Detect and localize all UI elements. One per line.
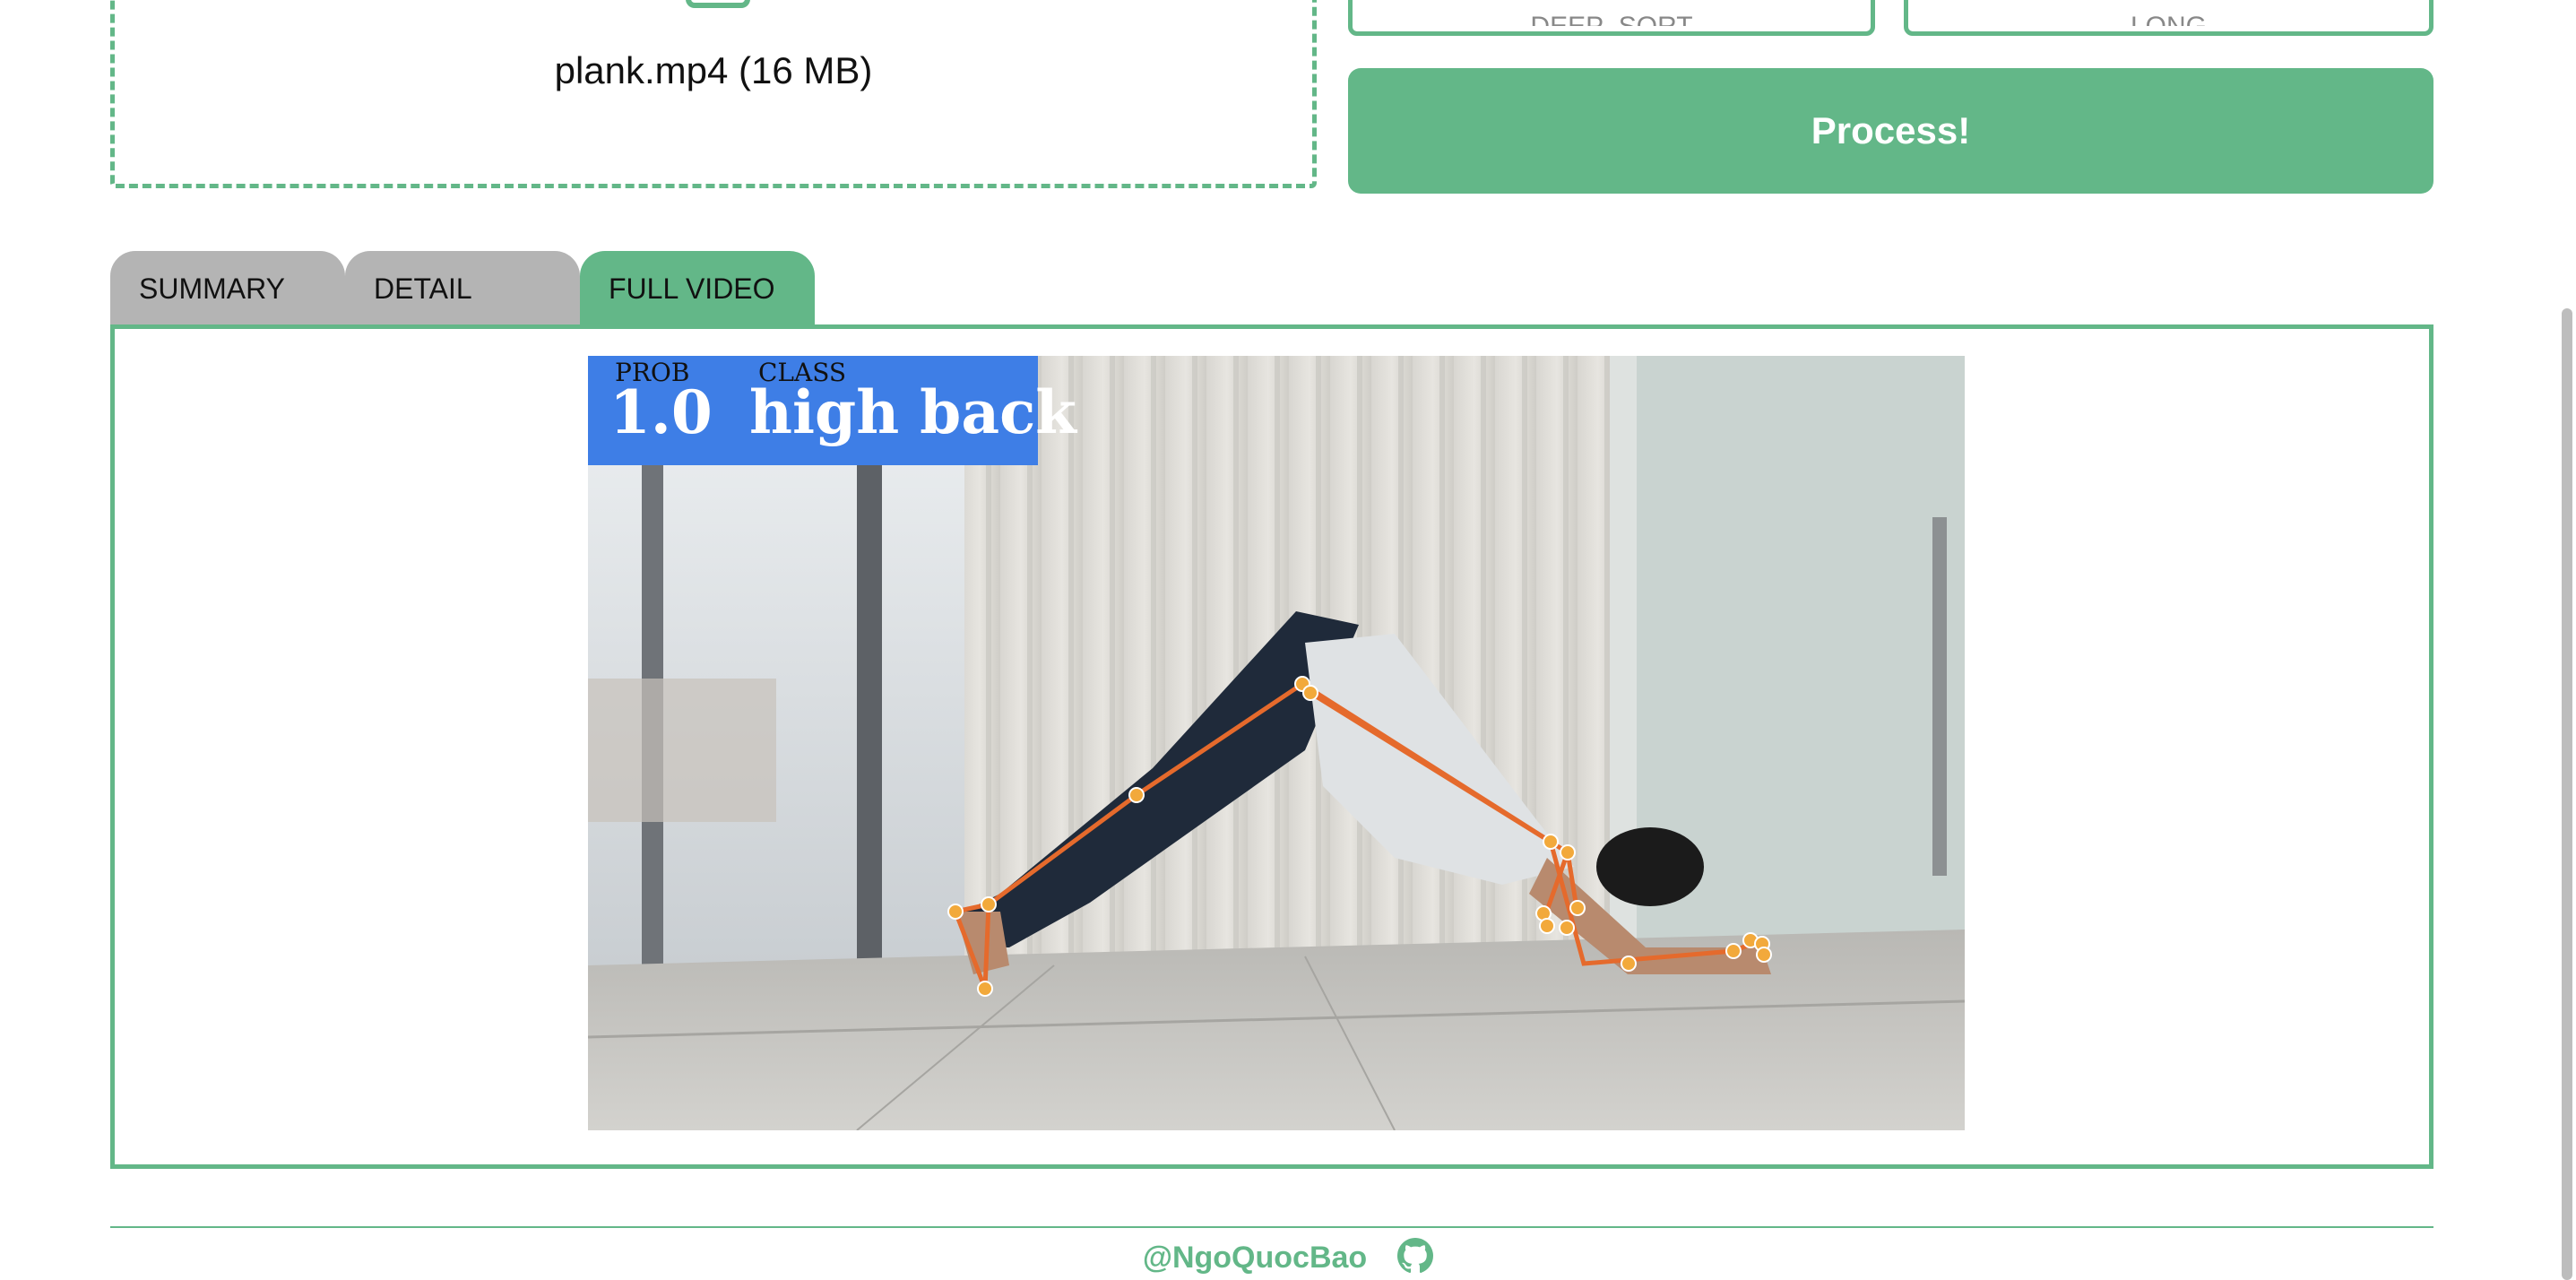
tab-detail[interactable]: DETAIL [345,251,580,326]
model-select[interactable]: DEEP_SORT [1348,0,1875,36]
tab-full-video[interactable]: FULL VIDEO [580,251,815,326]
footer: @NgoQuocBao [0,1235,2576,1280]
process-button[interactable]: Process! [1348,68,2433,194]
class-value: high back [749,377,1076,447]
github-icon[interactable] [1397,1237,1434,1278]
upload-file-icon [686,0,750,8]
model-select-value: DEEP_SORT [1353,13,1871,26]
mode-select[interactable]: LONG [1904,0,2433,36]
footer-divider [110,1226,2433,1228]
page-scrollbar[interactable] [2556,0,2576,1280]
video-player[interactable]: PROB CLASS 1.0 high back [588,356,1965,1130]
tab-summary[interactable]: SUMMARY [110,251,345,326]
mode-select-value: LONG [1908,13,2429,26]
full-video-panel: PROB CLASS 1.0 high back [110,324,2433,1169]
author-link[interactable]: @NgoQuocBao [1143,1241,1367,1276]
file-dropzone[interactable]: plank.mp4 (16 MB) [110,0,1317,188]
scrollbar-thumb[interactable] [2562,308,2572,1280]
uploaded-file-name: plank.mp4 (16 MB) [554,49,873,91]
prob-value: 1.0 [609,377,713,447]
video-frame-illustration [588,356,1965,1130]
